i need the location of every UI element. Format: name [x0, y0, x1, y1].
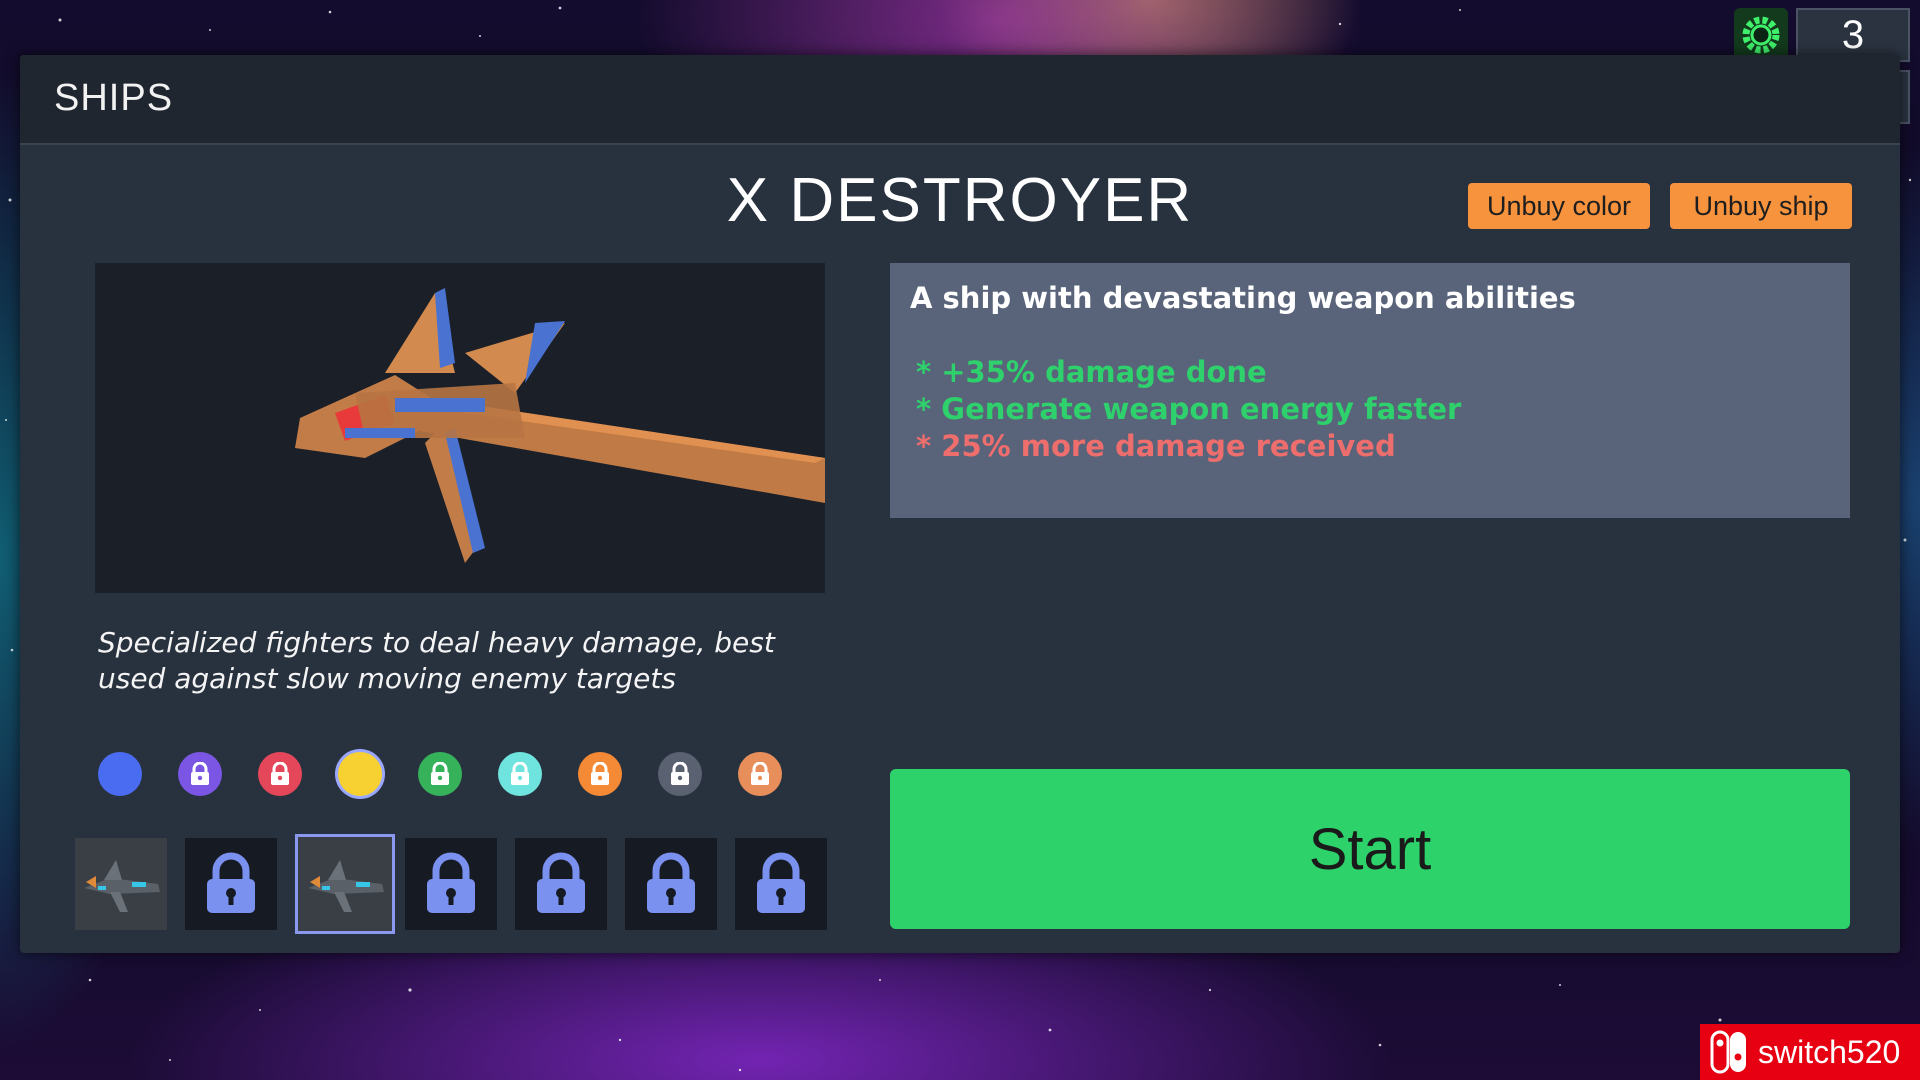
panel-title: SHIPS	[54, 77, 174, 119]
ship-slot[interactable]	[295, 834, 395, 934]
ship-thumbnail-icon	[308, 860, 384, 912]
gear-currency: 3	[1734, 8, 1910, 62]
start-button[interactable]: Start	[890, 769, 1850, 929]
watermark: switch520	[1700, 1024, 1920, 1080]
lock-icon	[427, 852, 475, 913]
lock-icon	[271, 762, 289, 785]
lock-icon	[591, 762, 609, 785]
color-swatch[interactable]	[418, 752, 462, 796]
color-swatch[interactable]	[738, 752, 782, 796]
ship-description: Specialized fighters to deal heavy damag…	[98, 626, 775, 695]
ship-model-image	[295, 288, 825, 563]
ship-slot[interactable]	[75, 838, 167, 930]
lock-icon	[207, 852, 255, 913]
ability-positive-damage: * +35% damage done	[916, 355, 1267, 389]
ship-thumbnail-icon	[84, 860, 160, 912]
color-swatch[interactable]	[178, 752, 222, 796]
color-swatch[interactable]	[658, 752, 702, 796]
lock-icon	[191, 762, 209, 785]
gear-token-icon	[1734, 8, 1788, 62]
ship-slot[interactable]	[515, 838, 607, 930]
info-heading: A ship with devastating weapon abilities	[910, 281, 1576, 315]
lock-icon	[751, 762, 769, 785]
ability-negative-damage-received: * 25% more damage received	[916, 429, 1396, 463]
ship-slot[interactable]	[405, 838, 497, 930]
ship-slot[interactable]	[625, 838, 717, 930]
lock-icon	[647, 852, 695, 913]
color-swatch[interactable]	[338, 752, 382, 796]
ship-slot[interactable]	[185, 838, 277, 930]
ship-slot[interactable]	[735, 838, 827, 930]
lock-icon	[431, 762, 449, 785]
panel-header: SHIPS	[20, 55, 1900, 145]
ship-preview	[95, 263, 825, 593]
lock-icon	[511, 762, 529, 785]
color-swatch[interactable]	[578, 752, 622, 796]
unbuy-ship-button[interactable]: Unbuy ship	[1670, 183, 1852, 229]
switch-logo-icon	[1710, 1030, 1746, 1074]
unbuy-color-button[interactable]: Unbuy color	[1468, 183, 1650, 229]
lock-icon	[537, 852, 585, 913]
watermark-text: switch520	[1758, 1033, 1901, 1070]
color-swatch[interactable]	[258, 752, 302, 796]
lock-icon	[757, 852, 805, 913]
color-swatch[interactable]	[498, 752, 542, 796]
color-swatch[interactable]	[98, 752, 142, 796]
ship-info-box: A ship with devastating weapon abilities…	[890, 263, 1850, 518]
gear-currency-value: 3	[1796, 8, 1910, 62]
lock-icon	[671, 762, 689, 785]
ships-panel: SHIPS X DESTROYER Unbuy color Unbuy ship…	[20, 55, 1900, 953]
ability-positive-energy: * Generate weapon energy faster	[916, 392, 1462, 426]
